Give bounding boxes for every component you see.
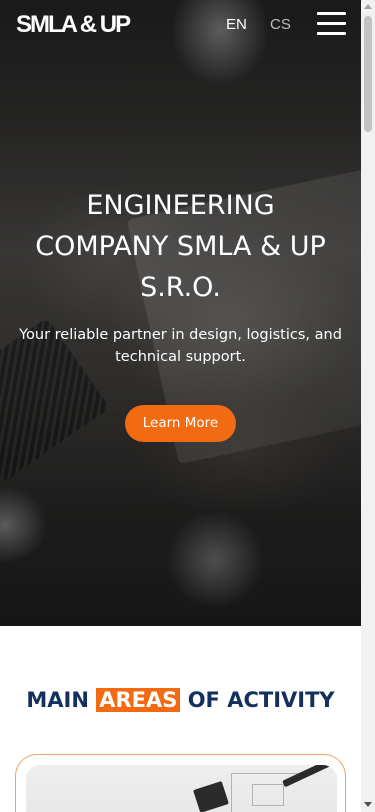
scroll-up-arrow-icon[interactable] <box>364 4 372 9</box>
site-logo[interactable]: SMLA & UP <box>16 10 131 40</box>
hamburger-menu-icon[interactable] <box>317 11 347 36</box>
language-en[interactable]: EN <box>226 16 247 34</box>
hero-title: ENGINEERING COMPANY SMLA & UP S.R.O. <box>35 190 326 303</box>
activity-card[interactable] <box>15 754 346 812</box>
hero-section: SMLA & UP EN CS ENGINEERING COMPANY SMLA… <box>0 0 361 626</box>
menu-bar <box>317 12 346 15</box>
section-title: MAIN AREAS OF ACTIVITY <box>0 684 361 716</box>
scroll-down-arrow-icon[interactable] <box>364 802 372 807</box>
hero-subtitle: Your reliable partner in design, logisti… <box>19 327 342 365</box>
page-scrollbar[interactable] <box>361 0 375 812</box>
microchip-image <box>193 780 229 812</box>
menu-bar <box>317 22 346 25</box>
site-header: SMLA & UP EN CS <box>0 0 361 48</box>
learn-more-button[interactable]: Learn More <box>125 405 236 442</box>
hero-dark-overlay <box>0 0 361 626</box>
language-cs[interactable]: CS <box>270 16 291 34</box>
section-title-after: OF ACTIVITY <box>187 688 335 712</box>
section-title-before: MAIN <box>26 688 89 712</box>
section-title-highlight: AREAS <box>96 688 181 712</box>
menu-bar <box>317 32 346 35</box>
activity-card-image <box>26 765 337 812</box>
scrollbar-thumb[interactable] <box>364 16 372 132</box>
